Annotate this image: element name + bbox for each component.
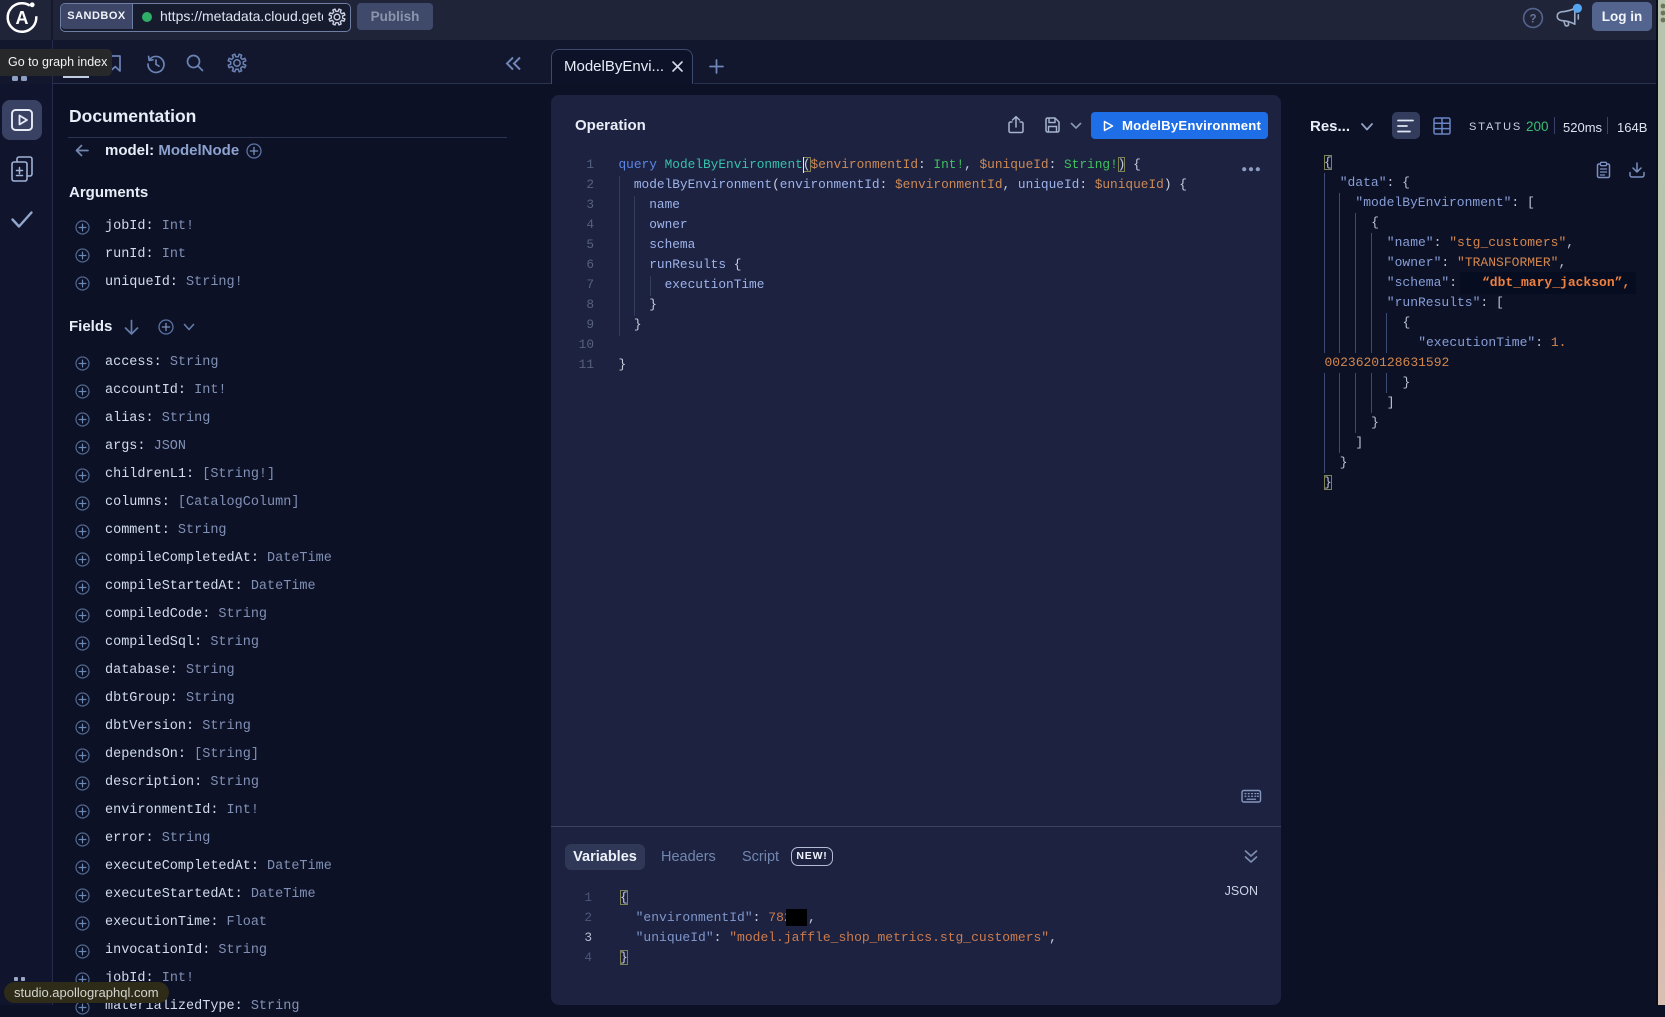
svg-text:?: ? <box>1529 14 1536 26</box>
svg-text:A: A <box>16 8 29 28</box>
